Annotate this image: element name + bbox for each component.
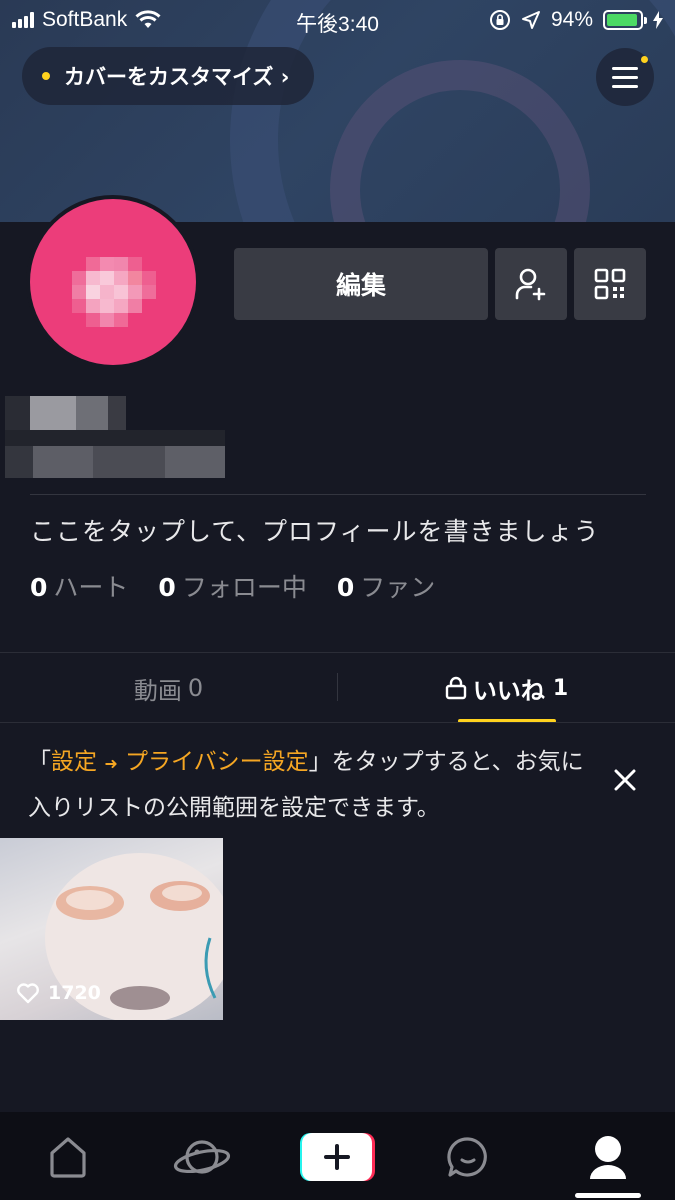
profile-stats: 0 ハート 0 フォロー中 0 ファン: [30, 568, 435, 604]
profile-icon: [590, 1136, 626, 1179]
settings-link[interactable]: 設定: [51, 749, 97, 775]
qr-code-icon: [594, 268, 626, 300]
notification-dot: [42, 72, 50, 80]
stat-likes: 0 ハート: [30, 568, 128, 604]
arrow-icon: ➜: [104, 754, 118, 773]
status-right: 94%: [489, 8, 663, 32]
stat-label: ハート: [53, 573, 129, 602]
add-friend-button[interactable]: [495, 248, 567, 320]
stat-following[interactable]: 0 フォロー中: [158, 568, 306, 604]
home-icon: [50, 1137, 86, 1178]
stat-number: 0: [158, 573, 176, 602]
status-bar: SoftBank 午後3:40 94%: [0, 0, 675, 40]
location-icon: [521, 11, 540, 29]
like-count: 1720: [48, 982, 101, 1004]
hamburger-icon[interactable]: [596, 48, 654, 106]
edit-profile-label: 編集: [335, 271, 386, 300]
divider: [30, 494, 646, 495]
stat-number: 0: [336, 573, 355, 602]
stat-fans[interactable]: 0 ファン: [337, 568, 435, 604]
close-icon[interactable]: [610, 765, 640, 795]
nav-profile[interactable]: [578, 1130, 638, 1184]
notification-dot: [641, 56, 648, 63]
tab-videos[interactable]: 動画 0: [0, 665, 337, 711]
tab-count: 0: [187, 674, 204, 702]
discover-planet-icon: [173, 1140, 231, 1174]
stat-label: フォロー中: [181, 573, 307, 602]
nav-home[interactable]: [38, 1130, 98, 1184]
nav-inbox[interactable]: [438, 1130, 498, 1184]
tab-likes[interactable]: いいね 1: [338, 665, 675, 711]
battery-percent: 94%: [550, 8, 593, 31]
customize-cover-button[interactable]: カバーをカスタマイズ ›: [22, 47, 314, 105]
bio-placeholder[interactable]: ここをタップして、プロフィールを書きましょう: [30, 512, 600, 548]
avatar-pixelated-image: [72, 257, 156, 327]
stat-number: 0: [30, 573, 48, 602]
tab-count: 1: [552, 675, 569, 701]
lock-icon: [445, 676, 467, 700]
charging-icon: [653, 11, 663, 29]
privacy-notice: 「設定 ➜ プライバシー設定」をタップすると、お気に入りリストの公開範囲を設定で…: [28, 740, 598, 830]
stat-label: ファン: [360, 573, 436, 602]
qr-code-button[interactable]: [574, 248, 646, 320]
home-indicator: [575, 1193, 641, 1198]
avatar[interactable]: [26, 195, 200, 369]
battery-icon: [603, 10, 647, 30]
nav-create[interactable]: [298, 1130, 376, 1184]
create-plus-icon: [300, 1133, 375, 1181]
customize-cover-label: カバーをカスタマイズ ›: [64, 65, 290, 89]
inbox-chat-icon: [447, 1137, 487, 1177]
bottom-navigation: [0, 1112, 675, 1200]
rotation-lock-icon: [489, 10, 510, 30]
video-like-count: 1720: [16, 982, 101, 1004]
nav-discover[interactable]: [172, 1130, 232, 1184]
add-user-icon: [515, 268, 546, 301]
notice-text: 「: [28, 749, 51, 775]
tab-label: いいね: [472, 676, 545, 705]
divider: [0, 722, 675, 723]
divider: [0, 652, 675, 653]
heart-icon: [17, 983, 39, 1004]
privacy-settings-link[interactable]: プライバシー設定: [125, 749, 309, 775]
tab-label: 動画: [133, 676, 182, 705]
liked-video-thumbnail[interactable]: 1720: [0, 838, 223, 1020]
edit-profile-button[interactable]: 編集: [234, 248, 488, 320]
